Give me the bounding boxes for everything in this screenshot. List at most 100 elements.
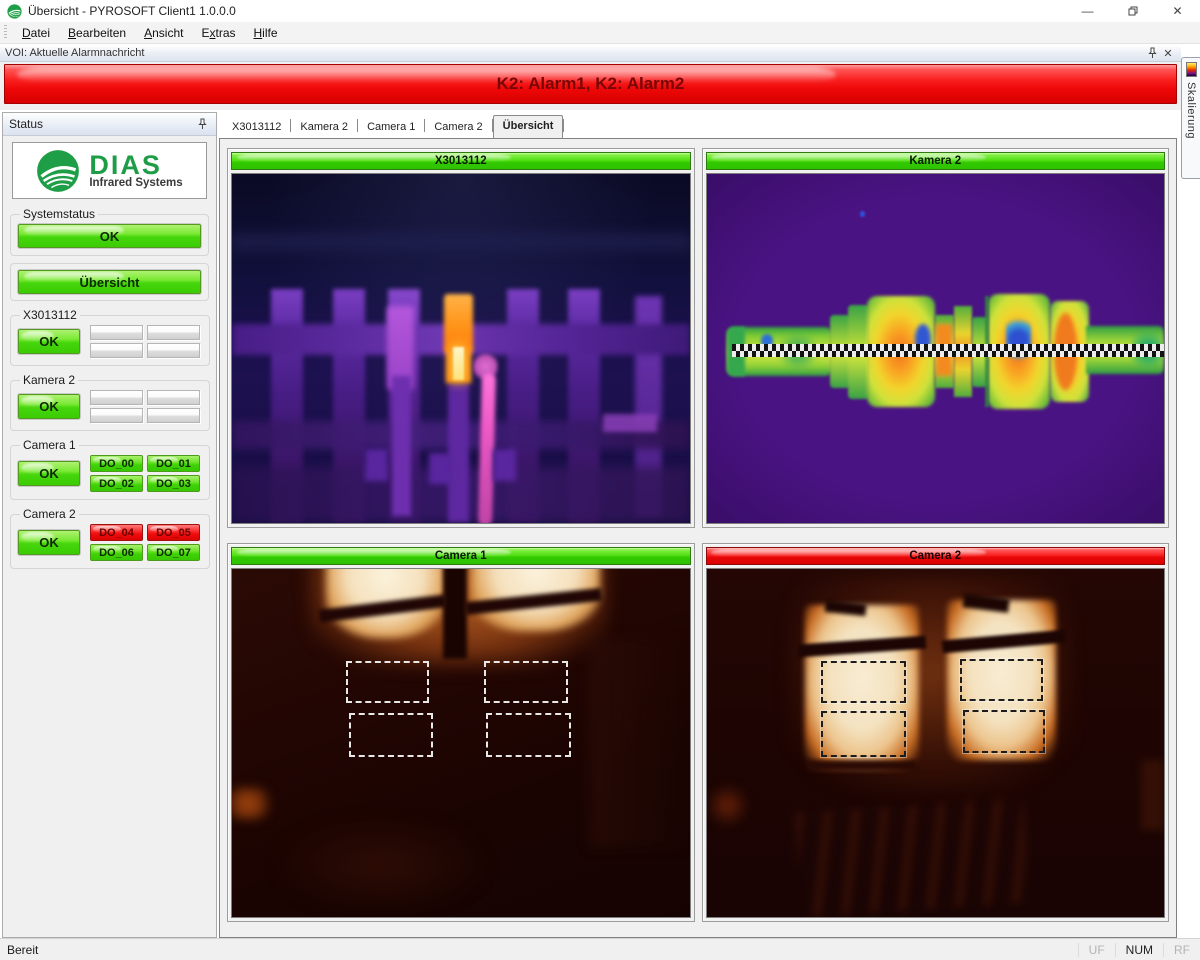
- camera-panel-kamera2[interactable]: Kamera 2: [702, 148, 1170, 528]
- window-title: Übersicht - PYROSOFT Client1 1.0.0.0: [28, 4, 236, 18]
- alarm-panel-header: VOI: Aktuelle Alarmnachricht ✕: [0, 45, 1181, 62]
- thermal-image-camera2: [706, 568, 1166, 919]
- tab-skalierung[interactable]: Skalierung: [1181, 57, 1200, 179]
- indicator-rf: RF: [1163, 943, 1200, 957]
- restore-button[interactable]: [1110, 0, 1155, 22]
- thermal-shape: [232, 233, 690, 250]
- do-button[interactable]: DO_02: [90, 475, 143, 492]
- do-button[interactable]: DO_03: [147, 475, 200, 492]
- output-slot: [147, 390, 200, 405]
- camera-panel-camera1[interactable]: Camera 1: [227, 543, 695, 923]
- roi-rectangle[interactable]: [349, 713, 434, 757]
- group-label: Systemstatus: [20, 207, 98, 221]
- minimize-button[interactable]: —: [1065, 0, 1110, 22]
- toolbar-grip: [4, 25, 7, 40]
- status-sidebar: Status DIAS Infrared Systems Systemstatu…: [2, 112, 217, 938]
- menu-hilfe[interactable]: Hilfe: [245, 23, 287, 43]
- skalierung-label: Skalierung: [1185, 82, 1197, 139]
- app-icon: [7, 4, 22, 19]
- menu-datei[interactable]: Datei: [13, 23, 59, 43]
- x3013112-ok-button[interactable]: OK: [18, 329, 80, 354]
- output-slot: [90, 325, 143, 340]
- overview-button-box: Übersicht: [10, 263, 209, 301]
- measurement-line: [732, 344, 1164, 351]
- thermal-image-x3013112: [231, 173, 691, 524]
- tab-kamera2[interactable]: Kamera 2: [291, 117, 357, 138]
- thermal-shape: [1141, 760, 1164, 830]
- camera-panel-x3013112[interactable]: X3013112: [227, 148, 695, 528]
- indicator-uf: UF: [1078, 943, 1115, 957]
- group-systemstatus: Systemstatus OK: [10, 207, 209, 256]
- systemstatus-ok-button[interactable]: OK: [18, 224, 201, 248]
- roi-rectangle[interactable]: [346, 661, 428, 703]
- menu-extras[interactable]: Extras: [192, 23, 244, 43]
- group-x3013112: X3013112 OK: [10, 308, 210, 366]
- pin-icon[interactable]: [194, 117, 210, 131]
- roi-rectangle[interactable]: [821, 661, 906, 703]
- output-slot: [147, 343, 200, 358]
- kamera2-ok-button[interactable]: OK: [18, 394, 80, 419]
- output-slot: [90, 390, 143, 405]
- roi-rectangle[interactable]: [963, 710, 1045, 754]
- do-button[interactable]: DO_06: [90, 544, 143, 561]
- close-panel-icon[interactable]: ✕: [1160, 46, 1176, 60]
- do-button[interactable]: DO_05: [147, 524, 200, 541]
- thermal-shape: [493, 449, 516, 480]
- tab-separator: [563, 119, 564, 132]
- group-label: X3013112: [20, 308, 80, 322]
- thermal-shape: [392, 376, 411, 515]
- group-kamera2: Kamera 2 OK: [10, 373, 210, 431]
- thermal-hotspot: [444, 294, 473, 353]
- roi-rectangle[interactable]: [484, 661, 569, 703]
- output-slot: [90, 408, 143, 423]
- thermal-shape: [603, 414, 658, 431]
- thermal-shape: [365, 449, 388, 480]
- do-button[interactable]: DO_07: [147, 544, 200, 561]
- panel-header: Camera 1: [231, 547, 691, 565]
- alarm-message: K2: Alarm1, K2: Alarm2: [497, 74, 685, 94]
- alarm-banner: K2: Alarm1, K2: Alarm2: [4, 64, 1177, 104]
- camera2-ok-button[interactable]: OK: [18, 530, 80, 555]
- main-area: X3013112 Kamera 2 Camera 1 Camera 2 Über…: [219, 112, 1177, 938]
- indicator-num: NUM: [1115, 943, 1163, 957]
- menu-ansicht[interactable]: Ansicht: [135, 23, 192, 43]
- sidebar-header: Status: [3, 113, 216, 136]
- thermal-image-kamera2: [706, 173, 1166, 524]
- roi-rectangle[interactable]: [486, 713, 571, 757]
- close-button[interactable]: ✕: [1155, 0, 1200, 22]
- do-button[interactable]: DO_04: [90, 524, 143, 541]
- tab-camera1[interactable]: Camera 1: [358, 117, 424, 138]
- title-bar: Übersicht - PYROSOFT Client1 1.0.0.0 — ✕: [0, 0, 1200, 22]
- thermal-shape: [429, 453, 452, 484]
- uebersicht-button[interactable]: Übersicht: [18, 270, 201, 294]
- do-button[interactable]: DO_01: [147, 455, 200, 472]
- menu-bar: Datei Bearbeiten Ansicht Extras Hilfe: [0, 22, 1200, 44]
- tab-camera2[interactable]: Camera 2: [425, 117, 491, 138]
- pin-icon[interactable]: [1144, 46, 1160, 60]
- output-slot: [147, 325, 200, 340]
- thermal-hotspot-core: [453, 347, 464, 380]
- camera1-ok-button[interactable]: OK: [18, 461, 80, 486]
- panel-header: X3013112: [231, 152, 691, 170]
- thermal-image-camera1: [231, 568, 691, 919]
- thermal-shape: [589, 638, 690, 847]
- do-button[interactable]: DO_00: [90, 455, 143, 472]
- menu-bearbeiten[interactable]: Bearbeiten: [59, 23, 135, 43]
- logo-subtitle: Infrared Systems: [89, 177, 182, 189]
- alarm-dock-panel: VOI: Aktuelle Alarmnachricht ✕ K2: Alarm…: [0, 45, 1181, 110]
- dias-logo: DIAS Infrared Systems: [12, 142, 207, 199]
- sidebar-title: Status: [9, 117, 194, 131]
- dias-logo-icon: [36, 149, 80, 193]
- group-camera1: Camera 1 OK DO_00 DO_01 DO_02 DO_03: [10, 438, 210, 500]
- thermal-shape: [807, 760, 917, 770]
- thermal-shape: [278, 819, 484, 910]
- roi-rectangle[interactable]: [960, 659, 1042, 701]
- roi-rectangle[interactable]: [821, 711, 906, 756]
- tab-x3013112[interactable]: X3013112: [223, 117, 290, 138]
- group-label: Camera 1: [20, 438, 79, 452]
- restore-icon: [1127, 5, 1139, 17]
- camera-panel-camera2[interactable]: Camera 2: [702, 543, 1170, 923]
- tab-uebersicht[interactable]: Übersicht: [493, 115, 564, 139]
- output-slot: [90, 343, 143, 358]
- thermal-shape: [707, 785, 748, 827]
